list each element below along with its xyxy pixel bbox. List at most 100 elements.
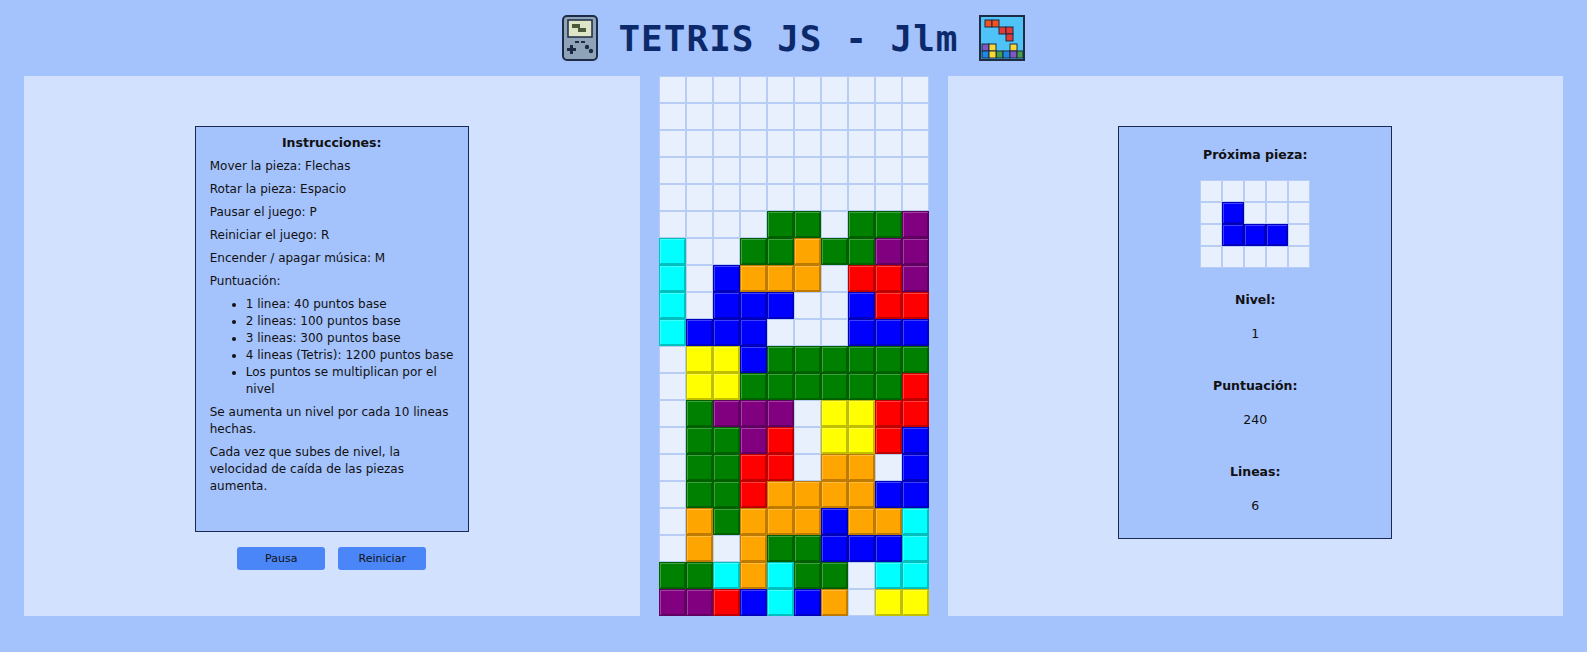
board-cell xyxy=(740,184,767,211)
board-cell xyxy=(794,481,821,508)
board-cell xyxy=(794,103,821,130)
board-cell xyxy=(767,184,794,211)
board-cell xyxy=(767,454,794,481)
instruction-note: Se aumenta un nivel por cada 10 lineas h… xyxy=(210,404,454,438)
board-cell xyxy=(767,130,794,157)
board-cell xyxy=(821,211,848,238)
board-cell xyxy=(740,76,767,103)
scoring-item: 2 lineas: 100 puntos base xyxy=(246,313,454,330)
board-cell xyxy=(686,103,713,130)
board-cell xyxy=(821,292,848,319)
board-cell xyxy=(902,211,929,238)
board-cell xyxy=(767,265,794,292)
instruction-line: Rotar la pieza: Espacio xyxy=(210,181,454,198)
board-cell xyxy=(713,319,740,346)
board-cell xyxy=(740,373,767,400)
board-cell xyxy=(767,76,794,103)
board-cell xyxy=(875,319,902,346)
instructions-heading: Instrucciones: xyxy=(210,135,454,150)
board-cell xyxy=(875,454,902,481)
board-cell xyxy=(902,481,929,508)
board-cell xyxy=(740,130,767,157)
next-piece-cell xyxy=(1288,202,1310,224)
board-cell xyxy=(767,346,794,373)
board-cell xyxy=(794,319,821,346)
instruction-note: Cada vez que subes de nivel, la velocida… xyxy=(210,444,454,495)
board-cell xyxy=(686,76,713,103)
board-cell xyxy=(875,211,902,238)
game-title: TETRIS JS - Jlm xyxy=(618,18,958,59)
board-cell xyxy=(875,157,902,184)
board-cell xyxy=(659,184,686,211)
board-cell xyxy=(821,373,848,400)
board-cell xyxy=(740,103,767,130)
board-cell xyxy=(686,508,713,535)
board-cell xyxy=(902,562,929,589)
next-piece-label: Próxima pieza: xyxy=(1203,147,1308,162)
board-cell xyxy=(740,535,767,562)
board-cell xyxy=(902,157,929,184)
board-cell xyxy=(902,508,929,535)
board-cell xyxy=(767,238,794,265)
tetris-blocks-icon xyxy=(979,15,1025,61)
board-cell xyxy=(875,346,902,373)
board-cell xyxy=(713,454,740,481)
board-cell xyxy=(875,76,902,103)
game-button[interactable]: Pausa xyxy=(237,547,325,570)
board-cell xyxy=(794,292,821,319)
board-cell xyxy=(767,481,794,508)
board-cell xyxy=(875,238,902,265)
board-cell xyxy=(686,481,713,508)
board-cell xyxy=(659,562,686,589)
board-cell xyxy=(767,319,794,346)
board-cell xyxy=(659,400,686,427)
next-piece-cell xyxy=(1222,180,1244,202)
next-piece-cell xyxy=(1288,180,1310,202)
board-cell xyxy=(875,481,902,508)
board-cell xyxy=(740,427,767,454)
board-cell xyxy=(875,292,902,319)
stat-value: 1 xyxy=(1251,326,1259,341)
game-button[interactable]: Reiniciar xyxy=(338,547,426,570)
board-cell xyxy=(713,562,740,589)
board-cell xyxy=(794,238,821,265)
board-cell xyxy=(821,427,848,454)
board-cell xyxy=(659,508,686,535)
board-cell xyxy=(713,481,740,508)
board-cell xyxy=(794,130,821,157)
board-cell xyxy=(821,130,848,157)
board-cell xyxy=(740,562,767,589)
next-piece-cell xyxy=(1266,180,1288,202)
board-cell xyxy=(848,103,875,130)
next-piece-cell xyxy=(1288,224,1310,246)
board-cell xyxy=(659,238,686,265)
board-cell xyxy=(740,292,767,319)
board-cell xyxy=(659,427,686,454)
board-cell xyxy=(659,211,686,238)
board-cell xyxy=(848,508,875,535)
board-cell xyxy=(875,535,902,562)
board-cell xyxy=(821,508,848,535)
board-cell xyxy=(875,130,902,157)
header: TETRIS JS - Jlm xyxy=(0,0,1587,76)
board-cell xyxy=(659,103,686,130)
board-cell xyxy=(875,184,902,211)
board-cell xyxy=(686,319,713,346)
board-cell xyxy=(875,427,902,454)
scoring-label: Puntuación: xyxy=(210,273,454,290)
board-cell xyxy=(659,319,686,346)
board-cell xyxy=(686,562,713,589)
board-cell xyxy=(902,292,929,319)
board-cell xyxy=(875,400,902,427)
stat: Nivel:1 xyxy=(1235,292,1276,366)
board-cell xyxy=(713,589,740,616)
scoring-item: Los puntos se multiplican por el nivel xyxy=(246,364,454,398)
board-cell xyxy=(686,130,713,157)
next-piece-cell xyxy=(1244,246,1266,268)
board-cell xyxy=(794,184,821,211)
left-panel: Instrucciones:Mover la pieza: FlechasRot… xyxy=(24,76,640,616)
board-cell xyxy=(794,400,821,427)
board-cell xyxy=(659,265,686,292)
right-panel: Próxima pieza:Nivel:1Puntuación:240Linea… xyxy=(948,76,1564,616)
board-cell xyxy=(767,211,794,238)
